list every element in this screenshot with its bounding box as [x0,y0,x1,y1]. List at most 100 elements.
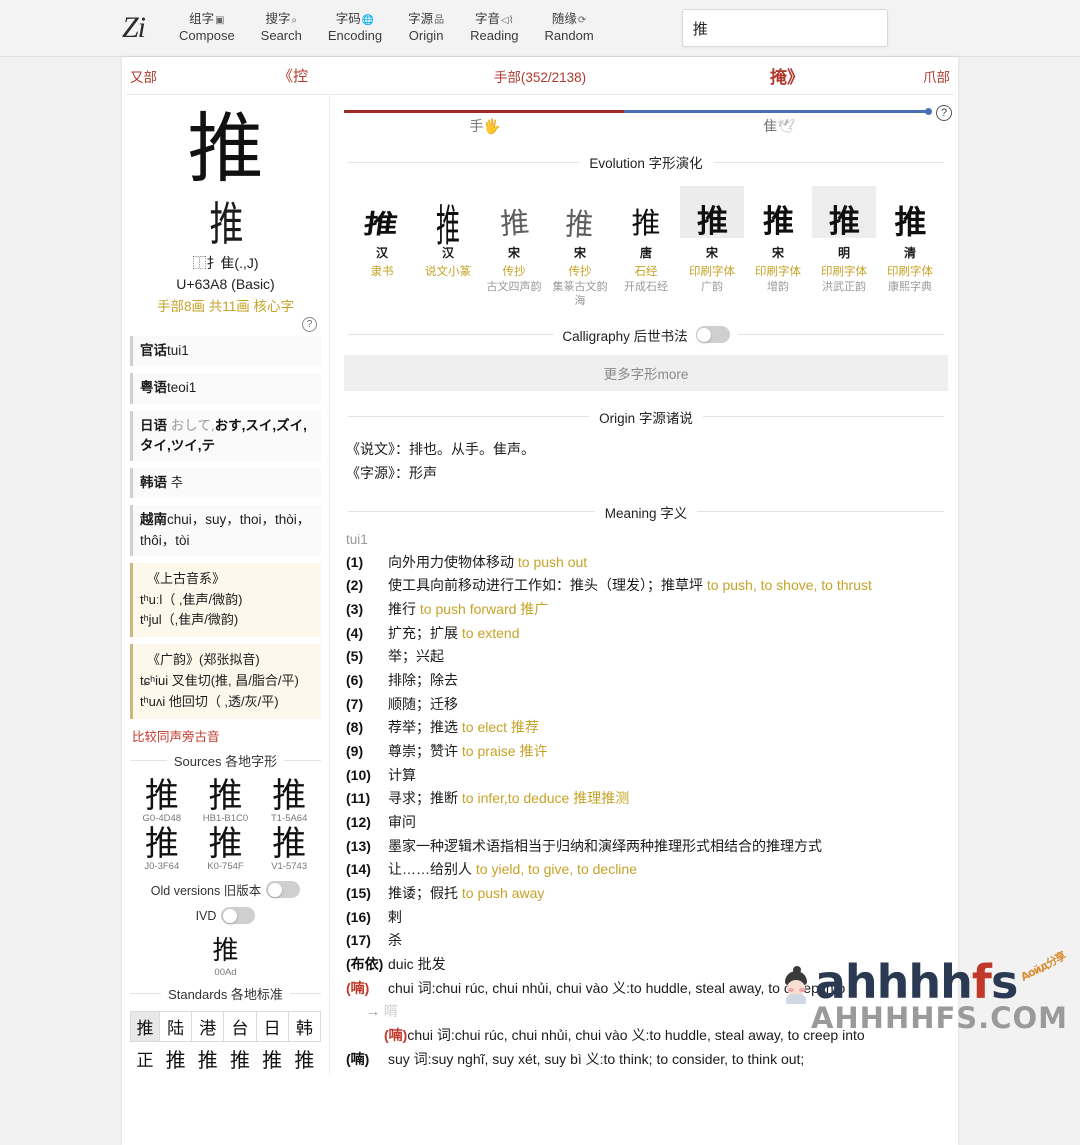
definition-row: (1) 向外用力使物体移动 to push out [346,551,948,574]
definition-number: (14) [346,861,371,878]
source-item[interactable]: 推 V1-5743 [257,823,321,872]
standards-head-cell[interactable]: 韩 [287,1011,322,1043]
evolution-item[interactable]: 推 清 印刷字体 康熙字典 [878,186,942,309]
reading-cantonese[interactable]: 粤语teoi1 [130,373,321,404]
fanqie-shanggu-line-1: tʰuːl（ ,隹声/微韵) [140,591,243,607]
prev-character-link[interactable]: 《控 [218,65,368,86]
nav-compose[interactable]: 组字▣ Compose [179,12,235,45]
reading-japanese[interactable]: 日语 おして,おす,スイ,ズイ,タイ,ツイ,テ [130,410,321,461]
nav-search-en: Search [260,28,302,44]
definition-en: to infer,to deduce [461,790,574,807]
source-item[interactable]: 推 HB1-B1C0 [194,777,258,824]
definition-text: 举；兴起 [388,645,948,668]
standards-head-cell[interactable]: 陆 [158,1011,193,1043]
decomposition-text[interactable]: ⿰扌隹(.,J) [130,253,321,273]
ivd-label: IVD [195,908,217,923]
definition-link[interactable]: 推理推测 [573,790,629,806]
definition-text: 排除；除去 [388,669,948,692]
evolution-source: 开成石经 [624,281,668,293]
standards-head-cell[interactable]: 日 [255,1011,289,1043]
nav-search[interactable]: 搜字⌕ Search [261,12,302,45]
definition-row: (4) 扩充；扩展 to extend [346,622,948,645]
help-icon[interactable]: ? [302,317,317,332]
definition-number: (9) [346,742,364,759]
evolution-era: 清 [903,246,916,260]
dialect-tag: (喃) [346,979,370,996]
nav-encoding[interactable]: 字码🌐 Encoding [328,12,382,45]
stroke-count-info: 手部8画 共11画 核心字 [156,299,295,314]
source-item[interactable]: 推 J0-3F64 [130,825,194,872]
evolution-item[interactable]: 推 唐 石经 开成石经 [614,186,678,309]
standards-head-cell[interactable]: 港 [191,1011,225,1043]
definition-row: (5) 举；兴起 [346,645,948,668]
globe-icon: 🌐 [361,14,375,26]
evolution-item[interactable]: 推 汉 隶书 [350,186,414,309]
calligraphy-switch[interactable] [695,326,730,343]
definition-cn: 尊崇；赞许 [388,742,462,759]
nav-encoding-en: Encoding [327,28,383,44]
definition-text: 顺随；迁移 [388,693,948,716]
evolution-glyph: 推 [812,186,876,238]
next-character-link[interactable]: 掩》 [712,63,862,88]
evolution-title: Evolution 字形演化 [589,156,703,171]
arrow-icon: → [366,1003,380,1020]
evolution-item[interactable]: 推 明 印刷字体 洪武正韵 [812,186,876,309]
decomposition-progress[interactable] [344,107,932,115]
evolution-style: 印刷字体 [689,266,735,278]
search-icon: ⌕ [291,14,298,26]
definition-cn: 扩充；扩展 [388,624,462,641]
dialect-tag: (布依) [346,955,384,972]
nav-random[interactable]: 随缘⟳ Random [545,12,594,45]
decomposition-segment-right [624,109,929,113]
origin-line: 《说文》：排也。从手。隹声。 [346,440,535,457]
source-item[interactable]: 推 G0-4D48 [130,777,194,824]
nav-origin[interactable]: 字源品 Origin [408,12,444,45]
definition-link[interactable]: 推荐 [511,719,539,735]
source-code: G0-4D48 [142,812,182,824]
prev-radical-link[interactable]: 又部 [130,66,218,86]
definition-row: (15) 推诿；假托 to push away [346,882,948,905]
site-logo[interactable]: Zi [122,13,146,43]
standards-head-cell[interactable]: 台 [223,1011,257,1043]
definition-number: (7) [346,695,364,712]
reading-vietnamese[interactable]: 越南chui，suy，thoi，thòi，thôi，tòi [130,505,321,556]
nav-reading[interactable]: 字音◁⌇ Reading [470,12,518,45]
evolution-item[interactable]: 推 宋 传抄 集篆古文韵海 [548,186,612,309]
decomposition-labels: 手🖐 隹🕊 [344,116,932,136]
decomposition-help-icon[interactable]: ? [936,105,952,121]
standards-table: 推 陆 港 台 日 韩 正 推 推 推 推 推 [130,1011,322,1075]
hand-glyph-icon: 🖐 [483,118,501,134]
old-versions-switch[interactable] [266,881,301,899]
standards-section-header: Standards 各地标准 [130,984,321,1003]
definition-cn: 计算 [388,766,416,783]
fanqie-guangyun-title: 《广韵》(郑张拟音) [147,652,260,668]
source-item[interactable]: 推 K0-754F [194,825,258,872]
reading-mandarin[interactable]: 官话tui1 [130,336,321,367]
definition-link[interactable]: 推广 [520,601,548,617]
watermark-badge: Aойд分享 [1018,948,1068,984]
evolution-item[interactable]: 推 宋 印刷字体 增韵 [746,186,810,309]
next-radical-link[interactable]: 爪部 [862,66,950,86]
reading-korean[interactable]: 韩语 추 [130,468,321,499]
evolution-style: 印刷字体 [755,266,801,278]
definition-link[interactable]: 推许 [519,743,547,759]
main-character-glyph: 推 [187,104,264,193]
search-input[interactable]: 推 [681,9,888,47]
evolution-item[interactable]: 推 汉 说文小篆 [416,186,480,309]
definition-en: to push away [461,884,545,901]
bird-glyph-icon: 🕊 [777,118,795,134]
source-glyph: 推 [272,823,307,864]
more-glyphs-button[interactable]: 更多字形more [344,354,948,391]
calligraphy-label: Calligraphy 后世书法 [562,328,688,344]
standards-body-cell: 推 [165,1048,186,1073]
nested-dialect-body: chui 词:chui rúc, chui nhủi, chui vào 义:t… [407,1026,865,1043]
definition-cn: 向外用力使物体移动 [388,553,518,570]
ivd-switch[interactable] [221,907,256,925]
source-item[interactable]: 推 T1-5A64 [257,777,321,824]
compare-homophone-link[interactable]: 比较同声旁古音 [132,726,321,745]
evolution-glyph: 推 [680,186,744,238]
evolution-item[interactable]: 推 宋 传抄 古文四声韵 [482,186,546,309]
evolution-item[interactable]: 推 宋 印刷字体 广韵 [680,186,744,309]
definition-number: (12) [346,813,371,830]
definition-row: (13) 墨家一种逻辑术语指相当于归纳和演绎两种推理形式相结合的推理方式 [346,835,948,858]
